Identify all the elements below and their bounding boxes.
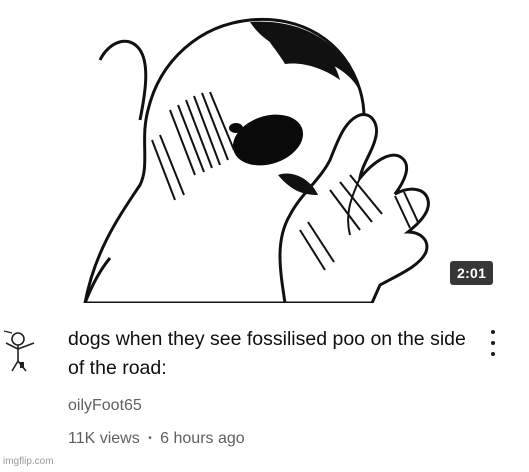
imgflip-watermark: imgflip.com [3, 456, 54, 467]
stick-figure-avatar-icon [3, 330, 35, 372]
upload-age: 6 hours ago [160, 430, 245, 447]
thumbnail-drawing [83, 17, 430, 303]
channel-name[interactable]: oilyFoot65 [68, 397, 142, 415]
more-options-button[interactable] [484, 330, 502, 356]
video-metadata: 11K views • 6 hours ago [68, 430, 245, 448]
video-title[interactable]: dogs when they see fossilised poo on the… [68, 325, 468, 383]
duration-badge: 2:01 [450, 261, 494, 285]
more-vert-icon [491, 330, 495, 334]
video-thumbnail[interactable]: 2:01 [0, 0, 529, 303]
meta-separator: • [148, 433, 152, 445]
channel-avatar[interactable] [0, 325, 44, 375]
view-count: 11K views [68, 430, 140, 447]
